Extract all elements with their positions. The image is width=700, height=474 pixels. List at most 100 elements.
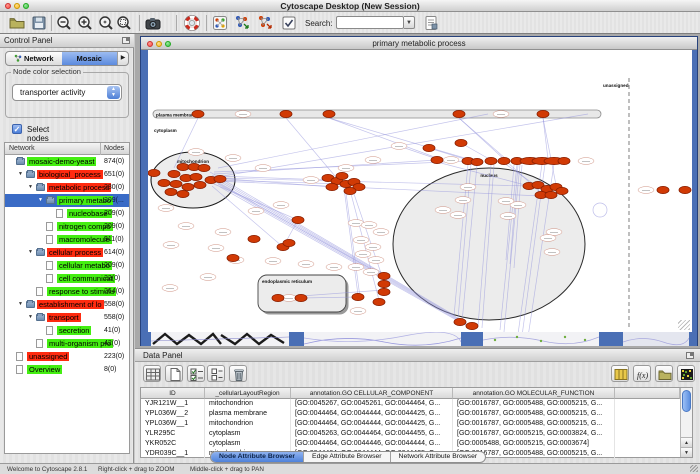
- network-node[interactable]: [163, 242, 179, 249]
- network-node[interactable]: [188, 149, 204, 156]
- help-lifesaver-icon[interactable]: [183, 14, 201, 32]
- network-node[interactable]: [391, 143, 407, 150]
- network-node[interactable]: [255, 165, 271, 172]
- network-node[interactable]: [373, 229, 389, 236]
- network-node-selected[interactable]: [165, 188, 177, 195]
- tree-row[interactable]: nucleobase-209(0): [5, 207, 130, 220]
- unselect-attributes-icon[interactable]: [207, 365, 225, 382]
- network-node-selected[interactable]: [214, 175, 226, 182]
- network-node-selected[interactable]: [194, 181, 206, 188]
- network-node[interactable]: [443, 157, 459, 164]
- network-node[interactable]: [200, 274, 216, 281]
- new-attribute-icon[interactable]: [165, 365, 183, 382]
- delete-attribute-trash-icon[interactable]: [229, 365, 247, 382]
- network-node-selected[interactable]: [177, 163, 189, 170]
- tree-row[interactable]: multi-organism pro42(0): [5, 337, 130, 350]
- more-tabs-arrow-icon[interactable]: ▶: [117, 52, 128, 65]
- network-node[interactable]: [493, 111, 509, 118]
- network-node-selected[interactable]: [168, 170, 180, 177]
- network-node-selected[interactable]: [373, 298, 385, 305]
- network-node[interactable]: [265, 258, 281, 265]
- network-node-selected[interactable]: [454, 318, 466, 325]
- table-row[interactable]: YPL036W__2plasma membrane[GO:0044464, GO…: [141, 409, 680, 419]
- app-resize-grip[interactable]: [690, 465, 698, 472]
- scroll-down-icon[interactable]: ▼: [681, 447, 692, 457]
- network-node-selected[interactable]: [227, 254, 239, 261]
- select-nodes-checkbox[interactable]: ✓: [12, 124, 22, 134]
- network-node[interactable]: [162, 285, 178, 292]
- network-node-selected[interactable]: [466, 322, 478, 329]
- annotation-browser-icon[interactable]: [422, 14, 440, 32]
- table-column-header[interactable]: ID: [141, 388, 205, 399]
- expand-arrow-icon[interactable]: ▼: [18, 171, 23, 177]
- network-overview-icon[interactable]: [211, 14, 229, 32]
- float-panel-icon[interactable]: [122, 37, 130, 44]
- node-color-dropdown[interactable]: transporter activity ▲▼: [12, 84, 122, 101]
- network-node-selected[interactable]: [498, 157, 510, 164]
- network-node[interactable]: [450, 212, 466, 219]
- network-node[interactable]: [350, 308, 366, 315]
- expand-arrow-icon[interactable]: ▼: [28, 314, 33, 320]
- zoom-out-icon[interactable]: [55, 14, 73, 32]
- network-node-selected[interactable]: [344, 187, 356, 194]
- network-node-selected[interactable]: [378, 288, 390, 295]
- network-node-selected[interactable]: [352, 293, 364, 300]
- network-node[interactable]: [500, 213, 516, 220]
- network-node[interactable]: [365, 157, 381, 164]
- zoom-selected-icon[interactable]: [97, 14, 115, 32]
- network-view-window[interactable]: primary metabolic process plasma membran…: [140, 36, 698, 346]
- network-node-selected[interactable]: [283, 239, 295, 246]
- network-node-selected[interactable]: [378, 272, 390, 279]
- window-resize-grip[interactable]: [678, 320, 690, 330]
- tree-row[interactable]: Overview8(0): [5, 363, 130, 376]
- scrollbar-thumb[interactable]: [682, 390, 691, 412]
- network-node-selected[interactable]: [280, 110, 292, 117]
- network-node[interactable]: [225, 155, 241, 162]
- tree-row[interactable]: unassigned223(0): [5, 350, 130, 363]
- network-node-selected[interactable]: [272, 294, 284, 301]
- network-node[interactable]: [158, 205, 174, 212]
- network-node-selected[interactable]: [679, 186, 691, 193]
- table-row[interactable]: YKR052Ccytoplasm[GO:0044464, GO:0044446,…: [141, 439, 680, 449]
- panel-columns-icon[interactable]: [611, 365, 629, 382]
- network-node[interactable]: [326, 264, 342, 271]
- network-node[interactable]: [208, 245, 224, 252]
- save-icon[interactable]: [30, 14, 48, 32]
- function-builder-icon[interactable]: f(x): [633, 365, 651, 382]
- network-node-selected[interactable]: [558, 157, 570, 164]
- table-column-header[interactable]: annotation.GO MOLECULAR_FUNCTION: [453, 388, 615, 399]
- network-node-selected[interactable]: [336, 172, 348, 179]
- expand-arrow-icon[interactable]: ▼: [28, 184, 33, 190]
- tree-row[interactable]: response to stimulu264(0): [5, 285, 130, 298]
- apply-layout-red-icon[interactable]: [256, 14, 274, 32]
- network-node-selected[interactable]: [292, 216, 304, 223]
- network-node-selected[interactable]: [537, 110, 549, 117]
- network-node[interactable]: [638, 187, 654, 194]
- tab-edge-attribute-browser[interactable]: Edge Attribute Browser: [304, 452, 391, 462]
- tab-network-attribute-browser[interactable]: Network Attribute Browser: [391, 452, 486, 462]
- tree-row[interactable]: ▼metabolic process280(0): [5, 181, 130, 194]
- network-node-selected[interactable]: [378, 280, 390, 287]
- network-node-selected[interactable]: [192, 110, 204, 117]
- zoom-in-icon[interactable]: [76, 14, 94, 32]
- network-node-selected[interactable]: [657, 186, 669, 193]
- tab-mosaic[interactable]: Mosaic: [62, 52, 118, 65]
- network-node-selected[interactable]: [190, 173, 202, 180]
- network-node[interactable]: [365, 244, 381, 251]
- network-canvas[interactable]: plasma membranecytoplasmmitochondrionnuc…: [148, 50, 692, 332]
- table-column-header[interactable]: annotation.GO CELLULAR_COMPONENT: [291, 388, 453, 399]
- table-column-header[interactable]: [615, 388, 680, 399]
- network-node[interactable]: [273, 202, 289, 209]
- expand-arrow-icon[interactable]: ▼: [18, 301, 23, 307]
- network-node-selected[interactable]: [323, 110, 335, 117]
- tree-row[interactable]: macromolecule311(0): [5, 233, 130, 246]
- tree-row[interactable]: cell communicat22(0): [5, 272, 130, 285]
- network-node-selected[interactable]: [148, 169, 160, 176]
- tree-row[interactable]: cellular metabo209(0): [5, 259, 130, 272]
- tree-column-divider[interactable]: [100, 143, 101, 155]
- network-node[interactable]: [338, 165, 354, 172]
- network-node[interactable]: [540, 235, 556, 242]
- tree-row[interactable]: ▼cellular process614(0): [5, 246, 130, 259]
- dropdown-stepper-icon[interactable]: ▲▼: [107, 86, 120, 99]
- open-file-icon[interactable]: [8, 14, 26, 32]
